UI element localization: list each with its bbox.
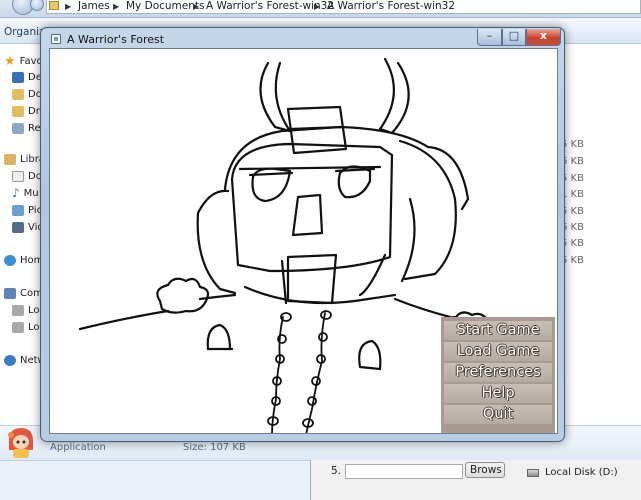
documents-icon bbox=[12, 170, 24, 182]
preferences-button[interactable]: Preferences bbox=[444, 363, 552, 382]
recent-places-icon bbox=[12, 122, 24, 134]
nav-downloads[interactable]: Do bbox=[12, 86, 42, 102]
dropbox-folder-icon bbox=[12, 105, 24, 117]
breadcrumb-separator-icon: ▶ bbox=[193, 2, 200, 11]
music-note-icon: ♪ bbox=[12, 186, 20, 200]
breadcrumb-item[interactable]: James bbox=[78, 0, 110, 13]
load-game-button[interactable]: Load Game bbox=[444, 342, 552, 361]
path-field[interactable] bbox=[345, 464, 463, 479]
breadcrumb-separator-icon: ▶ bbox=[65, 2, 72, 11]
computer-icon bbox=[4, 287, 16, 299]
address-bar-strip: ▶ James ▶ My Documents ▶ A Warrior's For… bbox=[0, 0, 641, 18]
app-window-icon bbox=[51, 34, 61, 44]
downloads-folder-icon bbox=[12, 88, 24, 100]
game-window[interactable]: A Warrior's Forest – □ x Start Game Load… bbox=[40, 27, 565, 442]
window-title: A Warrior's Forest bbox=[67, 33, 165, 46]
nav-music[interactable]: ♪ Mu bbox=[12, 185, 39, 201]
drive-label[interactable]: Local Disk (D:) bbox=[545, 467, 618, 478]
star-icon: ★ bbox=[4, 53, 16, 69]
nav-libraries[interactable]: Libra bbox=[4, 151, 45, 167]
game-canvas[interactable]: Start Game Load Game Preferences Help Qu… bbox=[49, 48, 558, 434]
address-box[interactable]: ▶ James ▶ My Documents ▶ A Warrior's For… bbox=[46, 0, 641, 14]
hard-drive-icon bbox=[12, 321, 24, 333]
videos-icon bbox=[12, 221, 24, 233]
pictures-icon bbox=[12, 204, 24, 216]
details-size: Size: 107 KB bbox=[183, 442, 246, 453]
maximize-button[interactable]: □ bbox=[502, 29, 526, 46]
breadcrumb-separator-icon: ▶ bbox=[314, 2, 321, 11]
nav-videos[interactable]: Vid bbox=[12, 219, 44, 235]
breadcrumb-item[interactable]: A Warrior's Forest-win32 bbox=[327, 0, 455, 13]
nav-favorites[interactable]: ★ Favo bbox=[4, 53, 43, 69]
browse-button[interactable]: Brows bbox=[465, 462, 505, 478]
user-avatar-icon bbox=[8, 428, 33, 458]
nav-homegroup[interactable]: Hom bbox=[4, 252, 43, 268]
nav-pictures[interactable]: Pic bbox=[12, 202, 42, 218]
help-button[interactable]: Help bbox=[444, 384, 552, 403]
recent-pages-button[interactable] bbox=[30, 0, 44, 11]
nav-computer[interactable]: Com bbox=[4, 285, 43, 301]
quit-button[interactable]: Quit bbox=[444, 405, 552, 424]
homegroup-icon bbox=[4, 254, 16, 266]
minimize-button[interactable]: – bbox=[477, 29, 502, 46]
hard-drive-icon bbox=[527, 469, 539, 477]
row-number: 5. bbox=[331, 465, 342, 477]
libraries-icon bbox=[4, 153, 16, 165]
main-menu: Start Game Load Game Preferences Help Qu… bbox=[441, 317, 555, 433]
network-icon bbox=[4, 354, 16, 366]
folder-icon bbox=[49, 1, 59, 10]
desktop-icon bbox=[12, 71, 24, 83]
close-button[interactable]: x bbox=[526, 29, 561, 46]
details-type: Application bbox=[50, 442, 106, 453]
breadcrumb-separator-icon: ▶ bbox=[113, 2, 120, 11]
start-game-button[interactable]: Start Game bbox=[444, 321, 552, 340]
nav-documents[interactable]: Do bbox=[12, 168, 42, 184]
hard-drive-icon bbox=[12, 304, 24, 316]
